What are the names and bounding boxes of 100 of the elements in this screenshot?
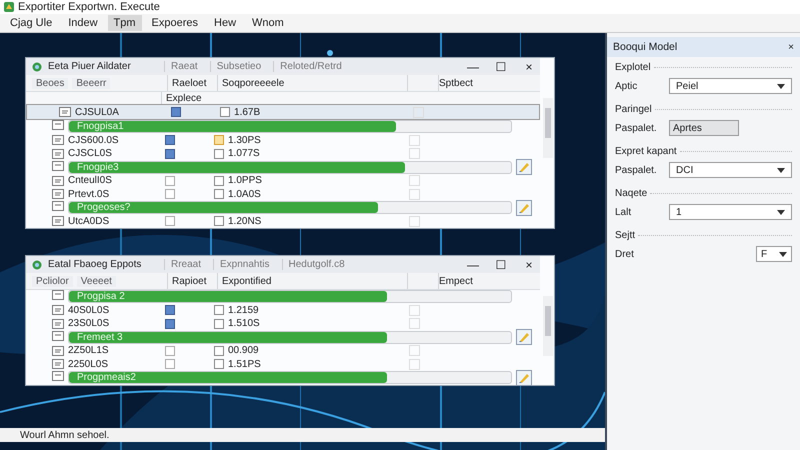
checkbox[interactable] xyxy=(165,176,175,186)
progress-label: Progpmeais2 xyxy=(76,372,136,384)
checkbox[interactable] xyxy=(165,305,175,316)
checkbox[interactable] xyxy=(214,189,224,200)
toolbar-button[interactable]: Pcliolor xyxy=(32,276,73,286)
checkbox[interactable] xyxy=(165,189,175,200)
table-row[interactable]: CJS600.0S 1.30PS xyxy=(26,134,540,147)
file-icon xyxy=(52,330,64,341)
scrollbar[interactable] xyxy=(543,98,553,158)
panel-title: Eatal Fbaoeg Eppots xyxy=(48,259,142,270)
progress-label: Fremeet 3 xyxy=(76,332,123,343)
checkbox[interactable] xyxy=(165,318,175,329)
column-header[interactable]: Empect xyxy=(438,273,539,289)
panel-tab[interactable]: Reloted/Retrd xyxy=(273,61,348,72)
progress-label: Progpisa 2 xyxy=(76,291,125,302)
table-row[interactable]: 40S0L0S 1.2159 xyxy=(26,304,540,317)
checkbox[interactable] xyxy=(214,148,224,159)
dropdown[interactable]: DCI xyxy=(669,162,792,178)
checkbox[interactable] xyxy=(214,216,224,226)
file-icon xyxy=(52,176,64,186)
file-icon xyxy=(52,120,64,130)
menu-item[interactable]: Tpm xyxy=(108,15,142,31)
checkbox[interactable] xyxy=(171,107,182,117)
pen-icon[interactable] xyxy=(516,159,532,176)
pen-icon[interactable] xyxy=(516,370,532,386)
size-value: 00.909 xyxy=(228,345,259,356)
caret-icon xyxy=(777,84,785,88)
menu-item[interactable]: Wnom xyxy=(246,15,290,31)
menu-item[interactable]: Indew xyxy=(62,15,104,31)
column-header[interactable]: Soqporeeeele xyxy=(217,75,407,91)
toolbar-button[interactable]: Beeerr xyxy=(72,78,110,88)
window-control[interactable]: ☐ xyxy=(490,60,512,74)
checkbox[interactable] xyxy=(214,318,224,329)
column-header[interactable]: Expontified xyxy=(217,273,407,289)
window-control[interactable]: ☐ xyxy=(490,258,512,272)
panel-tab[interactable]: Raeat xyxy=(164,61,204,72)
status-text: Wourl Ahmn sehoel. xyxy=(20,430,110,440)
table-row[interactable]: CJSCL0S 1.077S xyxy=(26,147,540,160)
checkbox[interactable] xyxy=(214,359,224,370)
table-row[interactable]: 2250L0S 1.51PS xyxy=(26,358,540,371)
checkbox[interactable] xyxy=(165,216,175,226)
checkbox[interactable] xyxy=(214,176,224,186)
progress-label: Fnogpie3 xyxy=(76,162,119,173)
column-header[interactable]: Rapioet xyxy=(167,273,217,289)
menu-item[interactable]: Expoeres xyxy=(146,15,204,31)
field-label: Paspalet. xyxy=(615,164,658,176)
window-title: Exportiter Exportwn. Execute xyxy=(18,1,160,13)
checkbox[interactable] xyxy=(165,346,175,356)
table-row[interactable]: CJSUL0A 1.67B xyxy=(26,104,540,120)
size-value: 1.30PS xyxy=(228,134,261,146)
column-header[interactable]: Raeloet xyxy=(167,75,217,91)
menu-item[interactable]: Cjag Ule xyxy=(4,15,58,31)
panel-tab[interactable]: Subsetieo xyxy=(210,61,268,72)
file-icon xyxy=(52,305,64,316)
file-name: 2250L0S xyxy=(68,358,108,370)
window-control[interactable]: — xyxy=(462,60,484,74)
panel-tab[interactable]: Rreaat xyxy=(164,259,208,270)
pen-icon[interactable] xyxy=(516,200,532,216)
table-row[interactable]: 2Z50L1S 00.909 xyxy=(26,344,540,358)
window-control[interactable]: × xyxy=(518,60,540,74)
checkbox[interactable] xyxy=(165,148,175,159)
dropdown[interactable]: 1 xyxy=(669,204,792,220)
toolbar-button[interactable]: Veeeet xyxy=(76,276,116,286)
size-value: 1.077S xyxy=(228,148,260,160)
dropdown[interactable]: Peiel xyxy=(669,78,792,94)
file-icon xyxy=(52,371,64,382)
globe-icon xyxy=(32,62,42,72)
checkbox[interactable] xyxy=(214,346,224,356)
caret-icon xyxy=(777,168,785,172)
file-icon xyxy=(52,135,64,146)
progress-label: Progeoses? xyxy=(76,202,130,214)
table-row[interactable]: 23S0L0S 1.510S xyxy=(26,317,540,330)
panel-tab[interactable]: Hedutgolf.c8 xyxy=(282,259,351,270)
file-name: 40S0L0S xyxy=(68,304,110,316)
menu-item[interactable]: Hew xyxy=(208,15,242,31)
panel-title: Eeta Piuer Aildater xyxy=(48,61,132,72)
text-field[interactable]: Aprtes xyxy=(669,120,739,136)
file-name: UtcA0DS xyxy=(68,216,110,227)
panel-tab[interactable]: Expnnahtis xyxy=(213,259,276,270)
checkbox[interactable] xyxy=(165,359,175,370)
dropdown[interactable]: F xyxy=(756,246,792,262)
file-name: CJSUL0A xyxy=(75,106,119,118)
window-control[interactable]: — xyxy=(462,258,484,272)
table-row[interactable]: CnteulI0S 1.0PPS xyxy=(26,174,540,188)
checkbox[interactable] xyxy=(165,135,175,146)
column-header[interactable]: Sptbect xyxy=(438,75,539,91)
pen-icon[interactable] xyxy=(516,329,532,346)
table-row[interactable]: Prtevt.0S 1.0A0S xyxy=(26,188,540,201)
file-icon xyxy=(52,160,64,171)
checkbox[interactable] xyxy=(220,107,230,117)
toolbar-button[interactable]: Beoes xyxy=(32,78,68,88)
checkbox[interactable] xyxy=(214,135,224,146)
table-row[interactable]: UtcA0DS 1.20NS xyxy=(26,214,540,228)
close-button[interactable]: × xyxy=(788,42,794,52)
field-label: Aptic xyxy=(615,80,638,92)
scrollbar[interactable] xyxy=(543,296,553,356)
checkbox[interactable] xyxy=(214,305,224,316)
section-heading: Sejtt xyxy=(615,230,636,240)
window-control[interactable]: × xyxy=(518,258,540,272)
section-heading: Naqete xyxy=(615,188,648,198)
